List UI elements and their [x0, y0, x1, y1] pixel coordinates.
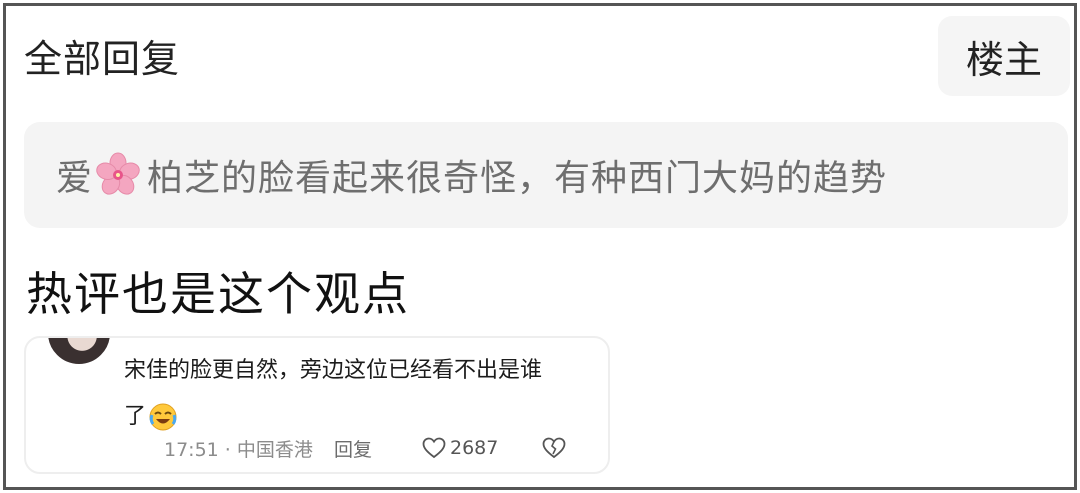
reply-timestamp-location: 17:51 · 中国香港 [164, 438, 313, 461]
caption-text: 热评也是这个观点 [26, 267, 410, 321]
reply-text-line1: 宋佳的脸更自然，旁边这位已经看不出是谁 [124, 358, 543, 383]
reply-button[interactable]: 回复 [334, 435, 422, 462]
reply-meta-row: 17:51 · 中国香港 回复 2687 [164, 434, 566, 462]
like-button[interactable]: 2687 [422, 437, 542, 459]
all-replies-title: 全部回复 [24, 37, 181, 81]
reply-text-line2: 了 [124, 404, 147, 429]
crying-laughing-icon [148, 402, 178, 432]
reply-comment-card[interactable]: 宋佳的脸更自然，旁边这位已经看不出是谁 了 17:51 · 中国香港 回复 26… [24, 336, 610, 474]
quote-text: 柏芝的脸看起来很奇怪，有种西门大妈的趋势 [147, 158, 888, 199]
cherry-blossom-icon [95, 152, 141, 198]
screenshot-frame: 全部回复 楼主 爱 柏芝的脸看起来很奇怪，有种西门大妈的趋势 热评也是这个观点 … [3, 3, 1077, 490]
reply-text: 宋佳的脸更自然，旁边这位已经看不出是谁 了 [124, 348, 594, 440]
op-only-button[interactable]: 楼主 [938, 16, 1070, 96]
quote-author-prefix: 爱 [56, 158, 94, 199]
like-count: 2687 [450, 437, 499, 459]
broken-heart-icon[interactable] [542, 436, 566, 460]
avatar[interactable] [46, 338, 112, 366]
quoted-comment: 爱 柏芝的脸看起来很奇怪，有种西门大妈的趋势 [24, 122, 1068, 228]
heart-icon [422, 437, 446, 459]
